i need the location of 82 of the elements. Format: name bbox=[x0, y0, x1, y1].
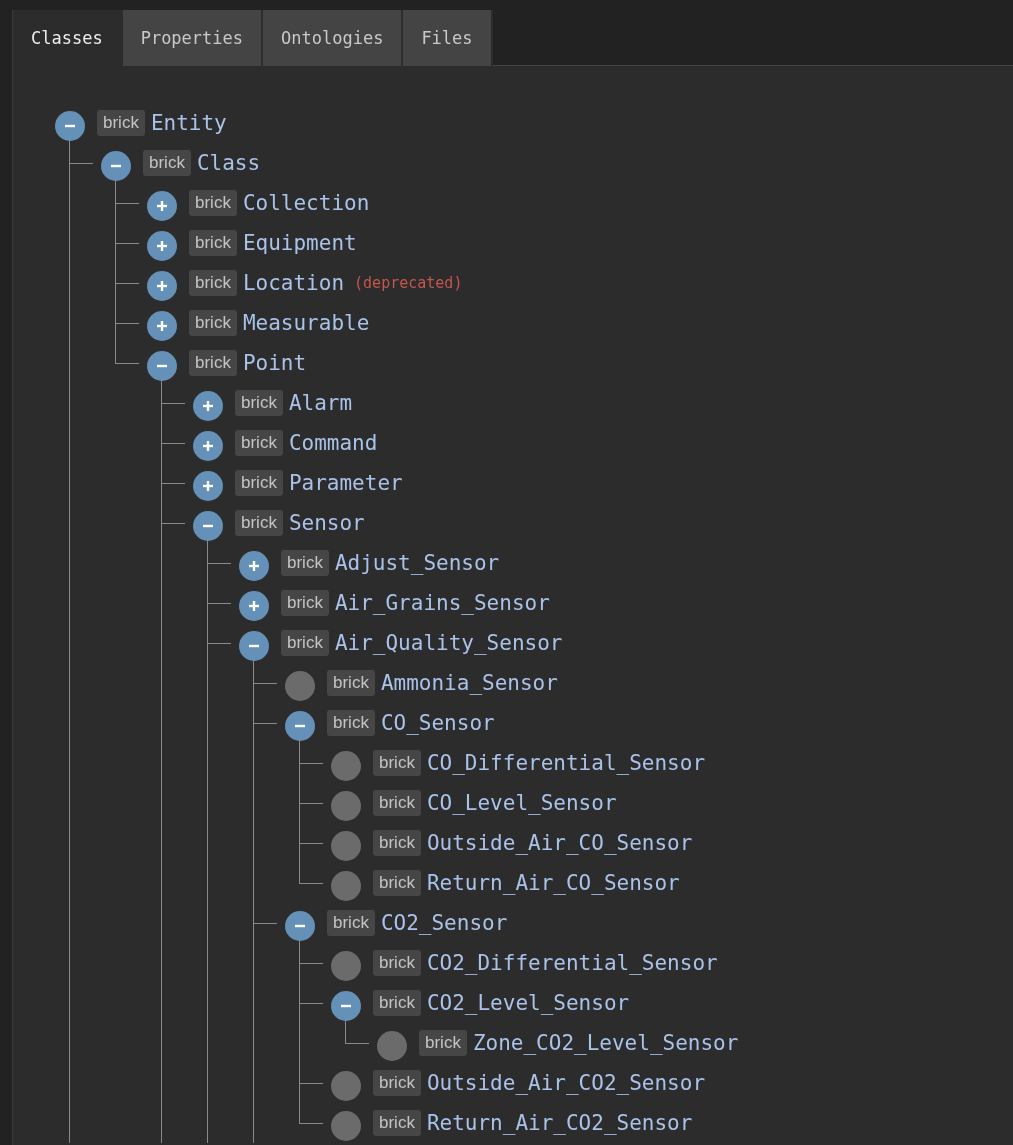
plus-icon[interactable] bbox=[147, 231, 177, 261]
plus-icon[interactable] bbox=[147, 191, 177, 221]
namespace-badge: brick bbox=[373, 1070, 421, 1096]
namespace-badge: brick bbox=[235, 470, 283, 496]
class-label[interactable]: Air_Grains_Sensor bbox=[334, 591, 550, 615]
minus-icon[interactable] bbox=[331, 991, 361, 1021]
namespace-badge: brick bbox=[281, 630, 329, 656]
class-label[interactable]: Ammonia_Sensor bbox=[380, 671, 558, 695]
node-dot-icon bbox=[331, 1071, 361, 1101]
namespace-badge: brick bbox=[373, 750, 421, 776]
node-dot-icon bbox=[331, 871, 361, 901]
class-label[interactable]: CO2_Sensor bbox=[380, 911, 508, 935]
minus-icon[interactable] bbox=[147, 351, 177, 381]
class-label[interactable]: Location bbox=[242, 271, 345, 295]
namespace-badge: brick bbox=[373, 950, 421, 976]
namespace-badge: brick bbox=[189, 310, 237, 336]
namespace-badge: brick bbox=[373, 1110, 421, 1136]
minus-icon[interactable] bbox=[101, 151, 131, 181]
class-label[interactable]: CO2_Level_Sensor bbox=[426, 991, 630, 1015]
namespace-badge: brick bbox=[327, 710, 375, 736]
class-label[interactable]: Collection bbox=[242, 191, 370, 215]
namespace-badge: brick bbox=[373, 990, 421, 1016]
plus-icon[interactable] bbox=[239, 551, 269, 581]
class-label[interactable]: CO_Sensor bbox=[380, 711, 495, 735]
namespace-badge: brick bbox=[373, 790, 421, 816]
tab[interactable]: Files bbox=[403, 10, 491, 66]
minus-icon[interactable] bbox=[285, 711, 315, 741]
deprecated-note: (deprecated) bbox=[354, 274, 463, 292]
class-label[interactable]: CO_Differential_Sensor bbox=[426, 751, 706, 775]
minus-icon[interactable] bbox=[55, 111, 85, 141]
class-label[interactable]: Outside_Air_CO2_Sensor bbox=[426, 1071, 706, 1095]
class-label[interactable]: Adjust_Sensor bbox=[334, 551, 500, 575]
class-label[interactable]: Command bbox=[288, 431, 378, 455]
namespace-badge: brick bbox=[235, 510, 283, 536]
node-dot-icon bbox=[285, 671, 315, 701]
node-dot-icon bbox=[331, 1111, 361, 1141]
tab[interactable]: Properties bbox=[122, 10, 261, 66]
namespace-badge: brick bbox=[189, 230, 237, 256]
namespace-badge: brick bbox=[189, 270, 237, 296]
class-label[interactable]: Outside_Air_CO_Sensor bbox=[426, 831, 693, 855]
namespace-badge: brick bbox=[97, 110, 145, 136]
plus-icon[interactable] bbox=[147, 271, 177, 301]
namespace-badge: brick bbox=[235, 430, 283, 456]
tab[interactable]: Ontologies bbox=[263, 10, 402, 66]
class-label[interactable]: Sensor bbox=[288, 511, 365, 535]
namespace-badge: brick bbox=[143, 150, 191, 176]
class-label[interactable]: Class bbox=[196, 151, 261, 175]
namespace-badge: brick bbox=[419, 1030, 467, 1056]
namespace-badge: brick bbox=[373, 830, 421, 856]
namespace-badge: brick bbox=[327, 910, 375, 936]
namespace-badge: brick bbox=[281, 590, 329, 616]
node-dot-icon bbox=[377, 1031, 407, 1061]
class-label[interactable]: Measurable bbox=[242, 311, 370, 335]
minus-icon[interactable] bbox=[193, 511, 223, 541]
namespace-badge: brick bbox=[189, 350, 237, 376]
class-label[interactable]: Alarm bbox=[288, 391, 353, 415]
plus-icon[interactable] bbox=[147, 311, 177, 341]
plus-icon[interactable] bbox=[193, 391, 223, 421]
node-dot-icon bbox=[331, 751, 361, 781]
plus-icon[interactable] bbox=[193, 431, 223, 461]
namespace-badge: brick bbox=[373, 870, 421, 896]
class-label[interactable]: Zone_CO2_Level_Sensor bbox=[472, 1031, 739, 1055]
class-label[interactable]: CO_Level_Sensor bbox=[426, 791, 617, 815]
class-label[interactable]: Return_Air_CO_Sensor bbox=[426, 871, 680, 895]
class-label[interactable]: Return_Air_CO2_Sensor bbox=[426, 1111, 693, 1135]
namespace-badge: brick bbox=[281, 550, 329, 576]
plus-icon[interactable] bbox=[193, 471, 223, 501]
namespace-badge: brick bbox=[189, 190, 237, 216]
node-dot-icon bbox=[331, 951, 361, 981]
namespace-badge: brick bbox=[235, 390, 283, 416]
node-dot-icon bbox=[331, 791, 361, 821]
namespace-badge: brick bbox=[327, 670, 375, 696]
class-label[interactable]: CO2_Differential_Sensor bbox=[426, 951, 718, 975]
class-label[interactable]: Equipment bbox=[242, 231, 357, 255]
node-dot-icon bbox=[331, 831, 361, 861]
plus-icon[interactable] bbox=[239, 591, 269, 621]
minus-icon[interactable] bbox=[285, 911, 315, 941]
class-label[interactable]: Parameter bbox=[288, 471, 403, 495]
class-label[interactable]: Air_Quality_Sensor bbox=[334, 631, 563, 655]
class-label[interactable]: Point bbox=[242, 351, 307, 375]
minus-icon[interactable] bbox=[239, 631, 269, 661]
class-label[interactable]: Entity bbox=[150, 111, 227, 135]
